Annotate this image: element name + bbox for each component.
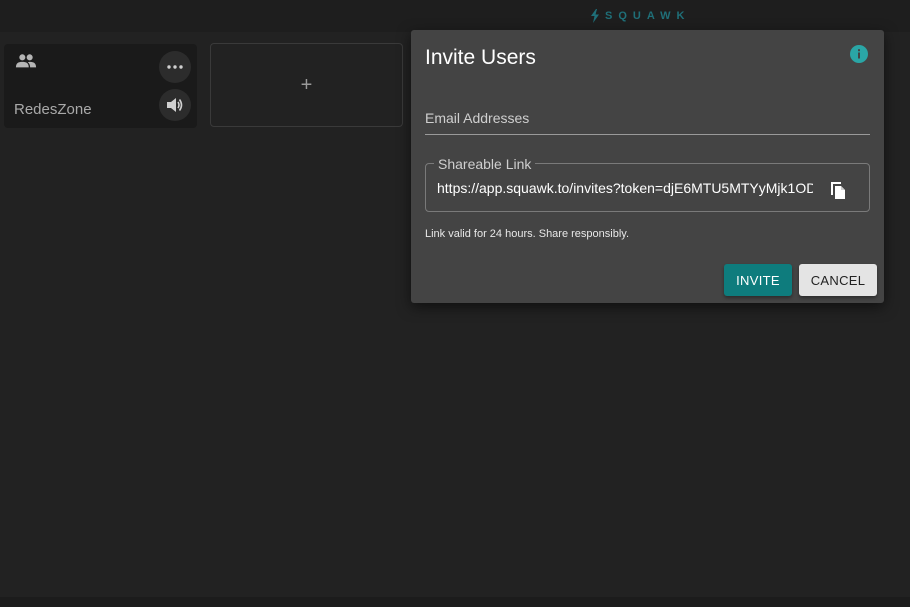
room-card[interactable]: RedesZone [4,44,197,128]
shareable-link-label: Shareable Link [434,156,536,172]
link-validity-hint: Link valid for 24 hours. Share responsib… [425,228,630,240]
dialog-title: Invite Users [425,46,536,69]
add-room-button[interactable]: + [210,43,403,127]
invite-users-dialog: Invite Users Email Addresses Shareable L… [411,30,884,303]
copy-icon[interactable] [829,178,847,199]
bottom-bar [0,597,910,607]
email-addresses-label: Email Addresses [425,110,530,126]
volume-icon [167,98,183,112]
add-room-label: + [300,73,313,96]
more-horiz-icon [167,65,183,69]
cancel-button[interactable]: CANCEL [799,264,877,296]
people-icon [15,54,37,68]
shareable-link-field[interactable]: Shareable Link https://app.squawk.to/inv… [425,156,870,212]
brand-name: SQUAWK [605,10,691,22]
top-bar: SQUAWK [0,0,910,32]
email-addresses-input[interactable]: Email Addresses [425,104,870,135]
volume-button[interactable] [159,89,191,121]
app-logo: SQUAWK [590,8,691,24]
shareable-link-value[interactable]: https://app.squawk.to/invites?token=djE6… [437,180,813,196]
room-options-button[interactable] [159,51,191,83]
info-icon[interactable] [850,45,868,63]
invite-button[interactable]: INVITE [724,264,792,296]
bolt-icon [591,9,599,23]
room-name: RedesZone [14,101,92,118]
